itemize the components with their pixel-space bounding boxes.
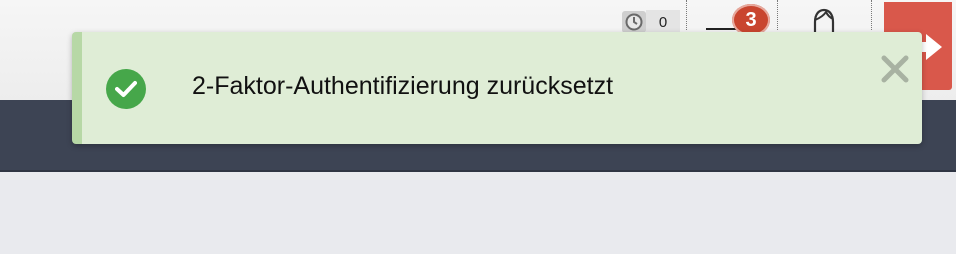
toast-message: 2-Faktor-Authentifizierung zurücksetzt: [192, 72, 614, 100]
separator: [871, 0, 872, 30]
check-circle-icon: [106, 69, 146, 109]
session-timer[interactable]: 0: [618, 10, 680, 34]
success-toast: 2-Faktor-Authentifizierung zurücksetzt: [72, 32, 922, 144]
timer-count: 0: [646, 10, 680, 34]
separator: [777, 0, 778, 30]
notifications-button[interactable]: 3: [700, 0, 774, 36]
close-icon[interactable]: [878, 52, 912, 86]
separator: [686, 0, 687, 30]
clock-icon: [622, 11, 646, 33]
